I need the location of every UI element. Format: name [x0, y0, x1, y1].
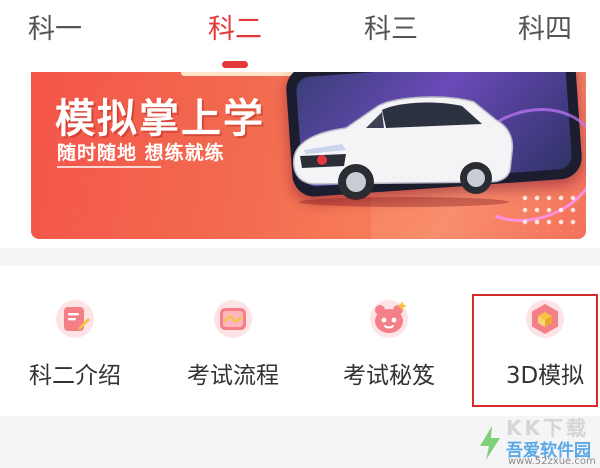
watermark-url: www.52zxue.com — [508, 456, 596, 467]
mascot-face-icon — [370, 300, 408, 338]
lightning-logo-icon — [480, 426, 500, 460]
tab-ke-san[interactable]: 科三 — [336, 8, 446, 52]
edit-note-icon — [56, 300, 94, 338]
banner-section: 模拟掌上学 随时随地 想练就练 — [0, 72, 600, 248]
shortcut-ke-er-intro[interactable]: 科二介绍 — [0, 266, 150, 416]
site-watermark: KK下载 吾爱软件园 www.52zxue.com — [478, 410, 600, 468]
shortcut-label: 考试流程 — [187, 363, 279, 389]
tab-ke-er[interactable]: 科二 — [180, 8, 290, 52]
section-divider — [0, 248, 600, 266]
banner-top-accent — [181, 72, 306, 76]
tab-ke-yi[interactable]: 科一 — [0, 8, 110, 52]
white-car-image — [293, 96, 514, 207]
process-card-icon — [214, 300, 252, 338]
active-tab-indicator — [222, 61, 248, 68]
subject-tab-bar: 科一 科二 科三 科四 — [0, 0, 600, 72]
banner-subtitle: 随时随地 想练就练 — [57, 142, 225, 164]
highlight-annotation-box — [472, 294, 598, 407]
shortcut-label: 考试秘笈 — [343, 363, 435, 389]
dot-pattern-decoration — [519, 192, 579, 232]
promo-banner[interactable]: 模拟掌上学 随时随地 想练就练 — [31, 72, 586, 239]
tab-ke-si[interactable]: 科四 — [490, 8, 600, 52]
shortcut-exam-tips[interactable]: 考试秘笈 — [314, 266, 464, 416]
banner-title: 模拟掌上学 — [55, 96, 265, 142]
shortcut-label: 科二介绍 — [29, 363, 121, 389]
shortcut-exam-process[interactable]: 考试流程 — [158, 266, 308, 416]
banner-subtitle-underline — [57, 166, 161, 168]
